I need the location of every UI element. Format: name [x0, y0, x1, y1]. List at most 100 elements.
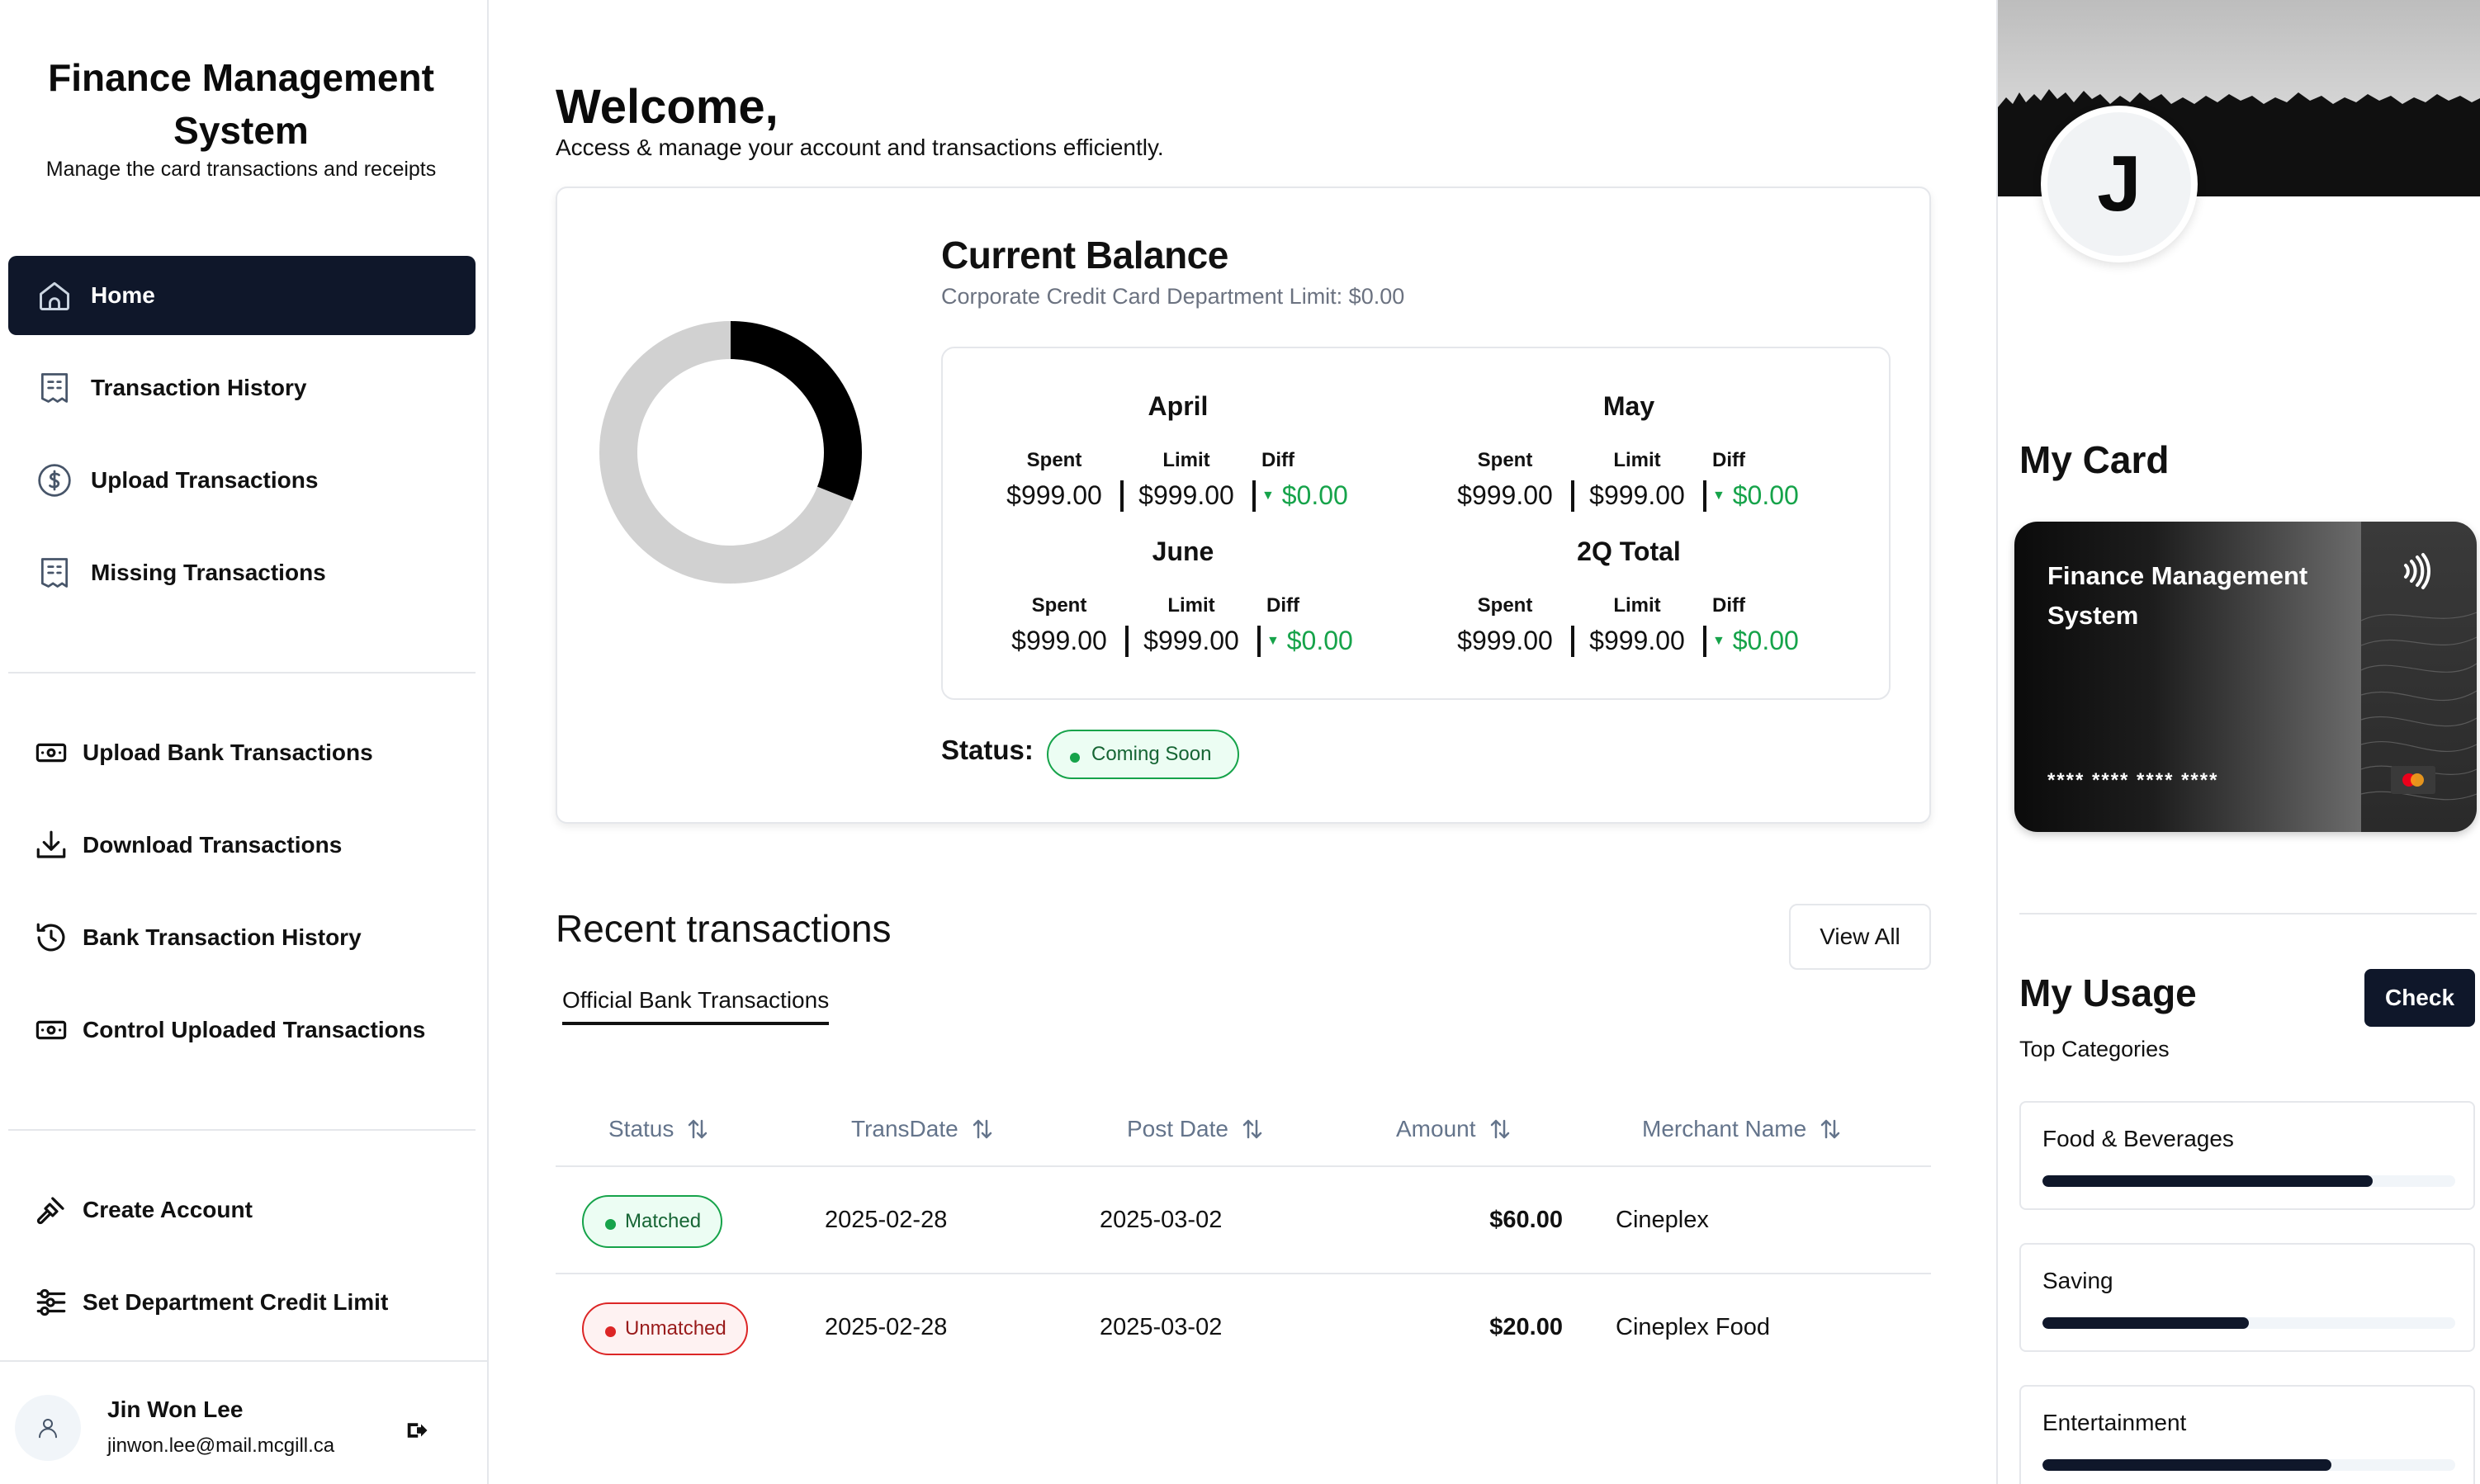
sidebar-item-label: Transaction History	[91, 375, 307, 400]
sort-icon	[1242, 1119, 1262, 1139]
status-badge: Coming Soon	[1047, 730, 1240, 779]
progress-fill	[2042, 1175, 2373, 1187]
balance-donut-chart	[599, 321, 862, 584]
banknote-icon	[33, 1012, 69, 1048]
trans-date-cell: 2025-02-28	[825, 1314, 948, 1340]
banknote-icon	[33, 735, 69, 771]
period-name: April	[1148, 391, 1209, 421]
column-label: Post Date	[1127, 1116, 1228, 1141]
sidebar-item-label: Bank Transaction History	[83, 924, 362, 950]
column-header-amount[interactable]: Amount	[1396, 1116, 1512, 1142]
page-title: Welcome,	[556, 80, 779, 134]
sidebar-item-home[interactable]: Home	[8, 256, 476, 335]
tab-official-bank-transactions[interactable]: Official Bank Transactions	[562, 987, 830, 1025]
view-all-button[interactable]: View All	[1789, 904, 1931, 970]
column-label: TransDate	[851, 1116, 958, 1141]
sidebar-item-download-transactions[interactable]: Download Transactions	[8, 806, 476, 885]
progress-track	[2042, 1175, 2455, 1187]
divider	[1571, 626, 1574, 657]
status-label: Status:	[941, 735, 1034, 765]
caret-down-icon: ▼	[1712, 489, 1725, 503]
divider	[1252, 480, 1256, 512]
table-row[interactable]: Unmatched 2025-02-28 2025-03-02 $20.00 C…	[556, 1274, 1931, 1382]
sidebar-item-label: Upload Transactions	[91, 467, 319, 493]
home-icon	[36, 277, 73, 314]
divider	[1571, 480, 1574, 512]
period-name: May	[1602, 391, 1655, 421]
status-badge: Unmatched	[582, 1302, 748, 1355]
column-header-status[interactable]: Status	[608, 1116, 710, 1142]
spent-label: Spent	[1477, 594, 1533, 617]
post-date-cell: 2025-03-02	[1100, 1314, 1223, 1340]
sidebar: Finance Management System Manage the car…	[0, 0, 489, 1484]
sidebar-item-missing-transactions[interactable]: Missing Transactions	[8, 533, 476, 612]
spent-value: $999.00	[1457, 626, 1553, 655]
sidebar-item-transaction-history[interactable]: Transaction History	[8, 348, 476, 428]
limit-value: $999.00	[1138, 480, 1234, 510]
diff-value: $0.00	[1732, 480, 1799, 510]
caret-down-icon: ▼	[1261, 489, 1275, 503]
diff-value: $0.00	[1281, 480, 1348, 510]
department-limit: Corporate Credit Card Department Limit: …	[941, 284, 1405, 309]
divider	[1120, 480, 1124, 512]
spent-value: $999.00	[1457, 480, 1553, 510]
check-button[interactable]: Check	[2364, 969, 2475, 1027]
logout-icon[interactable]	[405, 1418, 429, 1443]
avatar[interactable]	[15, 1395, 81, 1461]
limit-label: Limit	[1613, 449, 1661, 471]
column-header-transdate[interactable]: TransDate	[851, 1116, 995, 1142]
sidebar-item-upload-transactions[interactable]: Upload Transactions	[8, 441, 476, 520]
sidebar-divider	[8, 672, 476, 673]
trans-date-cell: 2025-02-28	[825, 1207, 948, 1233]
period-april: April Spent $999.00 Limit $999.00 Diff ▼ $…	[992, 391, 1364, 532]
brand-title: Finance Management System	[48, 56, 434, 152]
category-label: Saving	[2042, 1268, 2113, 1293]
table-row[interactable]: Matched 2025-02-28 2025-03-02 $60.00 Cin…	[556, 1167, 1931, 1274]
user-name: Jin Won Lee	[107, 1397, 244, 1422]
merchant-cell: Cineplex Food	[1616, 1314, 1770, 1340]
column-label: Merchant Name	[1642, 1116, 1807, 1141]
sidebar-item-control-uploaded-transactions[interactable]: Control Uploaded Transactions	[8, 990, 476, 1070]
history-icon	[33, 919, 69, 956]
caret-down-icon: ▼	[1266, 634, 1280, 648]
spent-label: Spent	[1026, 449, 1082, 471]
progress-fill	[2042, 1317, 2249, 1329]
category-label: Food & Beverages	[2042, 1126, 2234, 1151]
usage-category-card: Food & Beverages	[2019, 1101, 2475, 1210]
limit-label: Limit	[1162, 449, 1210, 471]
section-divider	[2019, 913, 2477, 915]
column-header-merchant-name[interactable]: Merchant Name	[1642, 1116, 1843, 1142]
table-header: Status TransDate Post Date Amount Mercha…	[556, 1091, 1931, 1167]
merchant-cell: Cineplex	[1616, 1207, 1709, 1233]
top-categories-label: Top Categories	[2019, 1037, 2170, 1061]
sidebar-item-upload-bank-transactions[interactable]: Upload Bank Transactions	[8, 713, 476, 792]
spent-label: Spent	[1477, 449, 1533, 471]
diff-label: Diff	[1712, 449, 1745, 471]
credit-card[interactable]: Finance Management System **** **** ****…	[2014, 522, 2477, 832]
sidebar-item-set-department-credit-limit[interactable]: Set Department Credit Limit	[8, 1263, 476, 1342]
sidebar-item-create-account[interactable]: Create Account	[8, 1170, 476, 1250]
divider	[1125, 626, 1129, 657]
status-badge: Matched	[582, 1195, 723, 1248]
column-header-post-date[interactable]: Post Date	[1127, 1116, 1265, 1142]
user-profile: Jin Won Lee jinwon.lee@mail.mcgill.ca	[0, 1360, 487, 1484]
limit-label: Limit	[1613, 594, 1661, 617]
sidebar-item-label: Set Department Credit Limit	[83, 1289, 389, 1315]
mastercard-logo-icon	[2391, 766, 2435, 794]
period-name: 2Q Total	[1577, 536, 1681, 566]
gavel-icon	[33, 1192, 69, 1228]
my-card-title: My Card	[2019, 438, 2170, 481]
divider	[1703, 480, 1706, 512]
progress-track	[2042, 1459, 2455, 1471]
profile-avatar[interactable]: J	[2041, 106, 2198, 262]
column-label: Status	[608, 1116, 674, 1141]
diff-label: Diff	[1266, 594, 1299, 617]
progress-track	[2042, 1317, 2455, 1329]
balance-card: Current Balance Corporate Credit Card De…	[556, 187, 1931, 824]
sidebar-item-bank-transaction-history[interactable]: Bank Transaction History	[8, 898, 476, 977]
recent-transactions-title: Recent transactions	[556, 907, 892, 950]
usage-category-card: Saving	[2019, 1243, 2475, 1352]
diff-label: Diff	[1261, 449, 1294, 471]
diff-value: $0.00	[1732, 626, 1799, 655]
limit-label: Limit	[1167, 594, 1215, 617]
